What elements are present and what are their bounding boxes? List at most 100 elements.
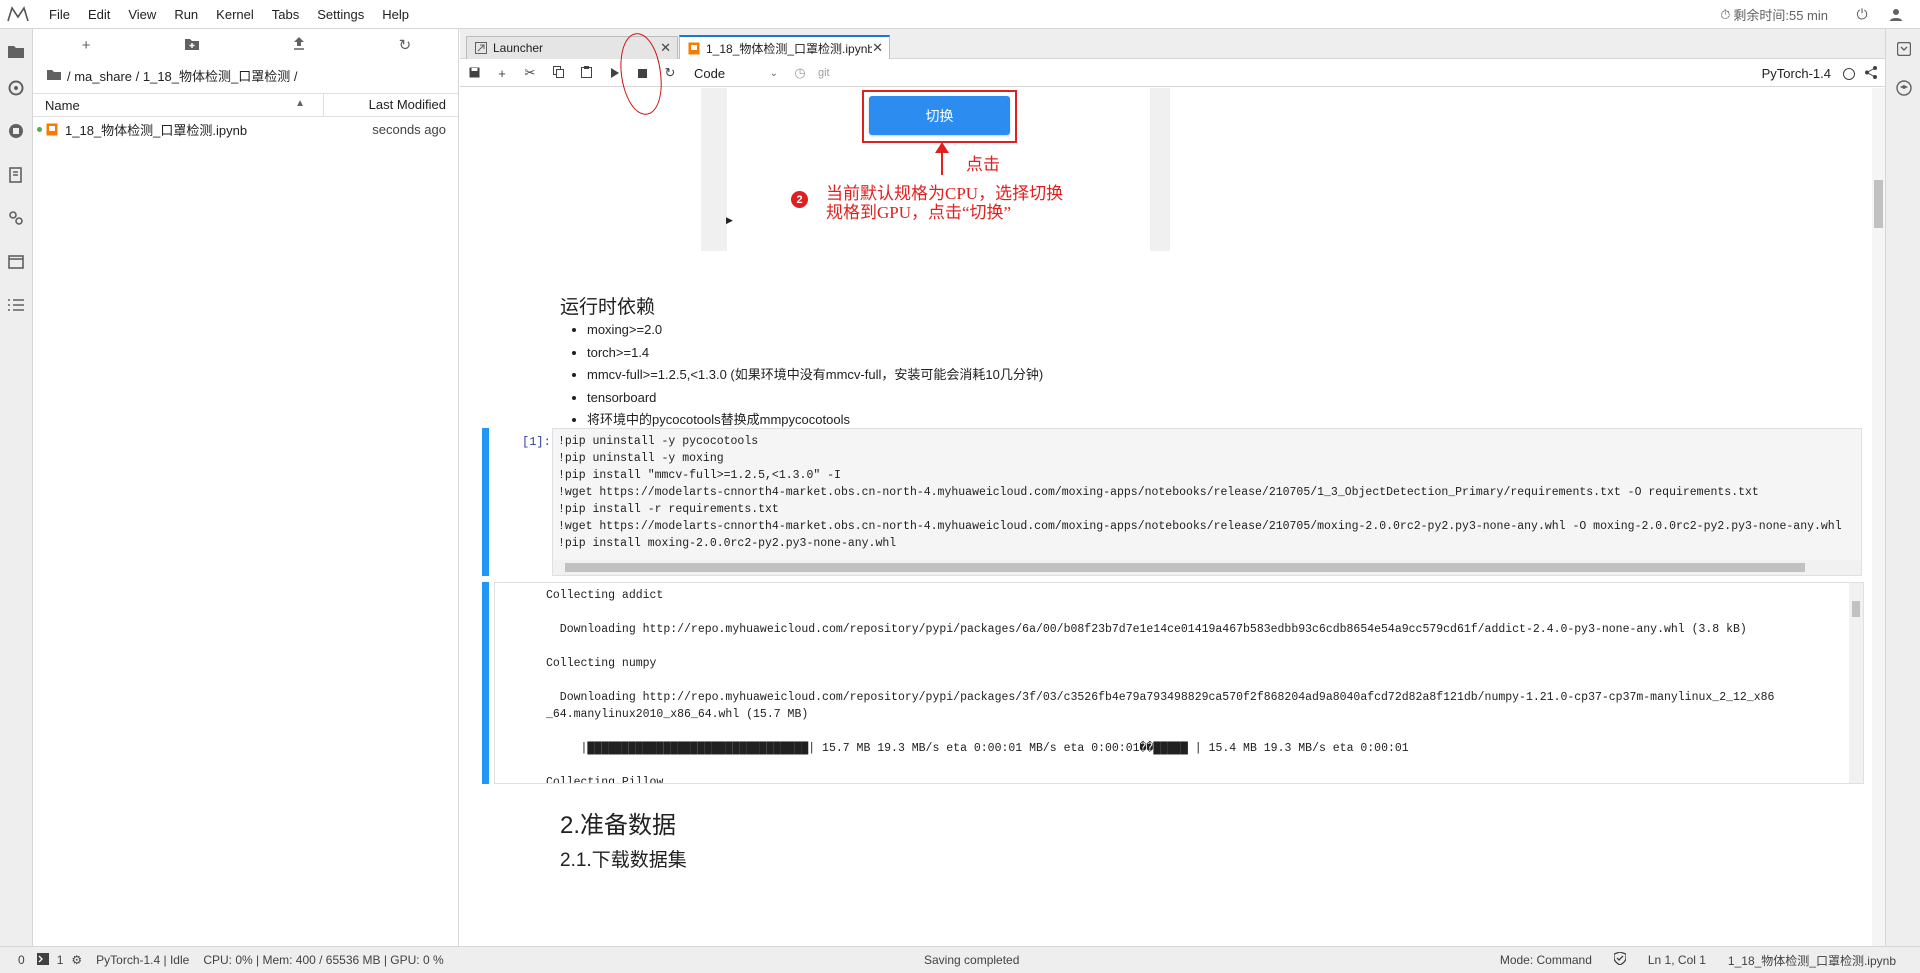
code-line: !pip install -r requirements.txt <box>558 503 779 516</box>
commands-icon[interactable] <box>6 165 26 185</box>
current-file-name: 1_18_物体检测_口罩检测.ipynb <box>1727 953 1896 968</box>
menu-file[interactable]: File <box>40 0 79 29</box>
trusted-icon[interactable] <box>1613 951 1627 968</box>
copy-icon[interactable] <box>544 65 572 81</box>
output-cell: Collecting addict Downloading http://rep… <box>482 582 1872 784</box>
column-name-header[interactable]: Name ▲ <box>33 98 323 113</box>
chevron-down-icon: ⌄ <box>769 67 778 79</box>
notebook-icon <box>45 122 59 136</box>
kernel-count[interactable]: 1 <box>57 953 64 967</box>
embedded-right-strip <box>1150 88 1170 251</box>
menu-run[interactable]: Run <box>165 0 207 29</box>
notebook-content[interactable]: ▶ 切换 点击 2 当前默认规格为CPU，选择切换规格到GPU，点击“切换” 运… <box>460 88 1872 946</box>
terminal-count[interactable]: 0 <box>18 953 25 967</box>
notebook-mode[interactable]: Mode: Command <box>1500 953 1592 967</box>
column-name-label: Name <box>45 97 80 113</box>
output-scrollbar[interactable] <box>1849 583 1863 783</box>
terminal-icon[interactable] <box>36 952 49 968</box>
tab-bar: Launcher ✕ 1_18_物体检测_口罩检测.ipynb ✕ <box>460 29 1885 59</box>
cut-icon[interactable]: ✂ <box>516 65 544 81</box>
git-icon[interactable] <box>6 78 26 98</box>
running-kernels-icon[interactable] <box>6 121 26 141</box>
power-icon[interactable]: ⏻ <box>1852 5 1872 25</box>
scrollbar-thumb[interactable] <box>565 563 1805 572</box>
clock-icon[interactable]: ◷ <box>786 65 814 81</box>
home-folder-icon[interactable] <box>47 68 61 83</box>
running-indicator <box>37 126 42 132</box>
scrollbar-thumb[interactable] <box>1852 601 1860 617</box>
code-cell[interactable]: [1]: !pip uninstall -y pycocotools !pip u… <box>482 428 1872 576</box>
tab-notebook[interactable]: 1_18_物体检测_口罩检测.ipynb ✕ <box>679 35 890 59</box>
cell-collapser[interactable] <box>482 428 489 576</box>
tabs-icon[interactable] <box>6 252 26 272</box>
instruction-annotation: 当前默认规格为CPU，选择切换规格到GPU，点击“切换” <box>826 184 1064 222</box>
tab-launcher-label: Launcher <box>493 41 544 55</box>
code-source[interactable]: !pip uninstall -y pycocotools !pip uninst… <box>553 429 1861 556</box>
code-editor[interactable]: !pip uninstall -y pycocotools !pip uninst… <box>552 428 1862 576</box>
kernel-icon[interactable]: ⚙ <box>71 953 82 967</box>
menu-bar: File Edit View Run Kernel Tabs Settings … <box>0 0 1920 29</box>
upload-icon[interactable] <box>246 36 352 54</box>
new-folder-icon[interactable] <box>139 37 245 54</box>
notebook-scrollbar[interactable] <box>1872 88 1885 946</box>
list-item: mmcv-full>=1.2.5,<1.3.0 (如果环境中没有mmcv-ful… <box>587 364 1043 387</box>
refresh-icon[interactable]: ↻ <box>352 36 458 54</box>
output-text: Collecting addict Downloading http://rep… <box>546 589 1775 784</box>
status-bar: 0 1 ⚙ PyTorch-1.4 | Idle CPU: 0% | Mem: … <box>0 946 1920 973</box>
extensions-icon[interactable] <box>6 208 26 228</box>
notebook-icon <box>688 42 700 55</box>
menu-kernel[interactable]: Kernel <box>207 0 263 29</box>
folder-icon[interactable] <box>6 41 26 61</box>
left-sidebar <box>0 29 33 946</box>
code-line: !wget https://modelarts-cnnorth4-market.… <box>558 486 1759 499</box>
main-area: Launcher ✕ 1_18_物体检测_口罩检测.ipynb ✕ + ✂ ↻ <box>460 29 1885 946</box>
property-inspector-icon[interactable] <box>1894 39 1914 59</box>
file-list-item[interactable]: 1_18_物体检测_口罩检测.ipynb seconds ago <box>33 117 458 141</box>
kernel-indicator[interactable]: PyTorch-1.4 <box>1762 60 1877 87</box>
list-item: moxing>=2.0 <box>587 319 1043 342</box>
list-item: tensorboard <box>587 387 1043 410</box>
new-launcher-icon[interactable]: + <box>33 37 139 54</box>
breadcrumb-path[interactable]: / ma_share / 1_18_物体检测_口罩检测 / <box>67 66 297 85</box>
timer-icon: ⏱ <box>1720 6 1731 22</box>
file-browser-toolbar: + ↻ <box>33 29 458 61</box>
share-icon[interactable] <box>1865 65 1877 82</box>
embedded-left-strip <box>701 88 727 251</box>
paste-icon[interactable] <box>572 65 600 81</box>
menu-edit[interactable]: Edit <box>79 0 119 29</box>
file-browser: + ↻ / ma_share / 1_18_物体检测_口罩检测 / Name ▲… <box>33 29 459 946</box>
breadcrumb[interactable]: / ma_share / 1_18_物体检测_口罩检测 / <box>33 61 458 89</box>
output-collapser[interactable] <box>482 582 489 784</box>
git-label[interactable]: git <box>818 67 830 79</box>
code-line: !pip uninstall -y moxing <box>558 452 724 465</box>
deps-list: moxing>=2.0 torch>=1.4 mmcv-full>=1.2.5,… <box>587 319 1043 432</box>
horizontal-scrollbar[interactable] <box>553 560 1861 575</box>
kernel-name[interactable]: PyTorch-1.4 <box>1762 66 1831 81</box>
menu-view[interactable]: View <box>119 0 165 29</box>
insert-cell-icon[interactable]: + <box>488 66 516 81</box>
close-icon[interactable]: ✕ <box>872 40 883 56</box>
toc-icon[interactable] <box>6 295 26 315</box>
code-line: !pip install moxing-2.0.0rc2-py2.py3-non… <box>558 537 897 550</box>
file-name[interactable]: 1_18_物体检测_口罩检测.ipynb <box>65 120 372 139</box>
click-annotation: 点击 <box>966 155 1000 174</box>
code-line: !pip uninstall -y pycocotools <box>558 435 759 448</box>
kernel-status-icon <box>1843 67 1855 80</box>
output-area[interactable]: Collecting addict Downloading http://rep… <box>494 582 1864 784</box>
code-line: !pip install "mmcv-full>=1.2.5,<1.3.0" -… <box>558 469 841 482</box>
cell-type-dropdown[interactable]: Code ⌄ <box>694 66 778 81</box>
menu-help[interactable]: Help <box>373 0 418 29</box>
cursor-position[interactable]: Ln 1, Col 1 <box>1648 953 1706 967</box>
menu-settings[interactable]: Settings <box>308 0 373 29</box>
user-icon[interactable] <box>1886 5 1906 25</box>
menu-tabs[interactable]: Tabs <box>263 0 308 29</box>
sort-ascending-icon[interactable]: ▲ <box>295 98 305 109</box>
column-modified-header[interactable]: Last Modified <box>323 93 458 117</box>
save-status: Saving completed <box>924 953 1020 967</box>
scrollbar-thumb[interactable] <box>1874 180 1883 228</box>
save-icon[interactable] <box>460 66 488 81</box>
close-icon[interactable]: ✕ <box>660 40 671 56</box>
kernel-status[interactable]: PyTorch-1.4 | Idle <box>96 953 189 967</box>
layers-icon[interactable] <box>1894 78 1914 98</box>
arrow-line <box>941 147 943 175</box>
